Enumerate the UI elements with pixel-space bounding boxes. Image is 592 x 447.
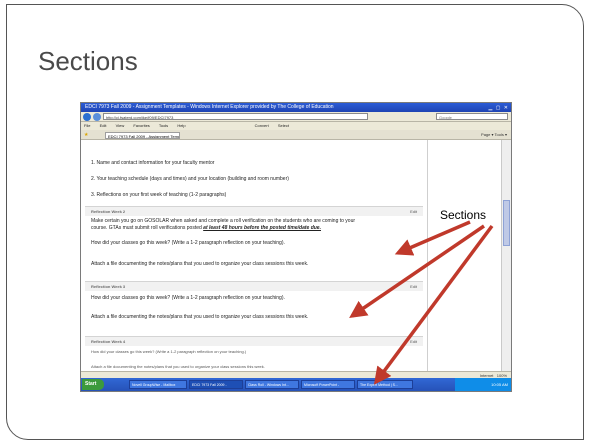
scroll-thumb[interactable]: [503, 200, 510, 246]
week2-line-1: Make certain you go on GOSOLAR when aske…: [91, 218, 356, 224]
task-expert-method[interactable]: The Expert Method | S...: [357, 380, 413, 389]
status-bar: Internet 100%: [81, 371, 511, 378]
intro-line-1: 1. Name and contact information for your…: [91, 160, 215, 166]
window-controls[interactable]: ▁ ▢ ✕: [488, 104, 509, 112]
week3-title: Reflection Week 3: [91, 284, 126, 289]
week4-title: Reflection Week 4: [91, 339, 126, 344]
week3-line-1: How did your classes go this week? (Writ…: [91, 295, 285, 301]
tab-assignment-templates[interactable]: EDCI 7973 Fall 2009 - Assignment Templat…: [105, 132, 180, 139]
intro-line-3: 3. Reflections on your first week of tea…: [91, 192, 227, 198]
convert-button[interactable]: Convert: [255, 123, 269, 128]
task-groupwise[interactable]: Novell GroupWise - Mailbox: [129, 380, 187, 389]
forward-icon[interactable]: [93, 113, 101, 121]
task-powerpoint[interactable]: Microsoft PowerPoint -: [301, 380, 355, 389]
week2-line-2-text: course. GTAs must submit roll verificati…: [91, 225, 202, 231]
menu-bar: File Edit View Favorites Tools Help Conv…: [81, 122, 511, 130]
week4-header: Reflection Week 4 Edit: [85, 336, 423, 346]
week2-title: Reflection Week 2: [91, 209, 126, 214]
windows-taskbar: Start Novell GroupWise - Mailbox EDCI 79…: [81, 378, 511, 391]
system-tray: 10:05 AM: [455, 378, 511, 391]
week2-edit-link[interactable]: Edit: [410, 209, 417, 214]
start-button[interactable]: Start: [82, 379, 104, 390]
menu-tools[interactable]: Tools: [159, 123, 168, 128]
week4-line-1: How did your classes go this week? (Writ…: [91, 349, 247, 354]
address-bar[interactable]: http://ci.fsaterd.com/ike/f09/EDCI7973: [103, 113, 368, 120]
taskbar-clock: 10:05 AM: [491, 382, 508, 387]
week2-deadline-emphasis: at least 48 hours before the posted time…: [203, 225, 321, 231]
page-tools-menu[interactable]: Page ▾ Tools ▾: [481, 132, 507, 137]
week2-header: Reflection Week 2 Edit: [85, 206, 423, 216]
assignment-column: 1. Name and contact information for your…: [85, 140, 428, 380]
right-column: [428, 140, 496, 380]
week3-header: Reflection Week 3 Edit: [85, 281, 423, 291]
week4-line-2: Attach a file documenting the notes/plan…: [91, 364, 265, 369]
intro-line-2: 2. Your teaching schedule (days and time…: [91, 176, 289, 182]
window-title: EDCI 7973 Fall 2009 - Assignment Templat…: [85, 104, 334, 110]
browser-title-bar: EDCI 7973 Fall 2009 - Assignment Templat…: [81, 103, 511, 112]
favorites-star-icon[interactable]: ★: [84, 132, 88, 138]
back-icon[interactable]: [83, 113, 91, 121]
slide-title: Sections: [38, 46, 138, 76]
task-class-roll[interactable]: Class Roll - Windows Int...: [245, 380, 299, 389]
page-scrollbar[interactable]: [501, 140, 511, 380]
week3-edit-link[interactable]: Edit: [410, 284, 417, 289]
page-content: 1. Name and contact information for your…: [81, 140, 511, 380]
menu-edit[interactable]: Edit: [100, 123, 107, 128]
week2-line-2: course. GTAs must submit roll verificati…: [91, 225, 321, 231]
tab-bar: ★ EDCI 7973 Fall 2009 - Assignment Templ…: [81, 130, 511, 140]
menu-file[interactable]: File: [84, 123, 90, 128]
menu-help[interactable]: Help: [177, 123, 185, 128]
browser-screenshot: EDCI 7973 Fall 2009 - Assignment Templat…: [80, 102, 512, 392]
week3-line-2: Attach a file documenting the notes/plan…: [91, 314, 309, 320]
address-toolbar: http://ci.fsaterd.com/ike/f09/EDCI7973 G…: [81, 112, 511, 122]
week4-edit-link[interactable]: Edit: [410, 339, 417, 344]
week2-line-4: Attach a file documenting the notes/plan…: [91, 261, 309, 267]
menu-favorites[interactable]: Favorites: [133, 123, 149, 128]
week2-line-3: How did your classes go this week? (Writ…: [91, 240, 285, 246]
select-button[interactable]: Select: [278, 123, 289, 128]
menu-view[interactable]: View: [116, 123, 125, 128]
search-input[interactable]: Google: [436, 113, 508, 120]
sections-callout-label: Sections: [440, 208, 487, 222]
task-edci[interactable]: EDCI 7973 Fall 2009 -: [189, 380, 243, 389]
